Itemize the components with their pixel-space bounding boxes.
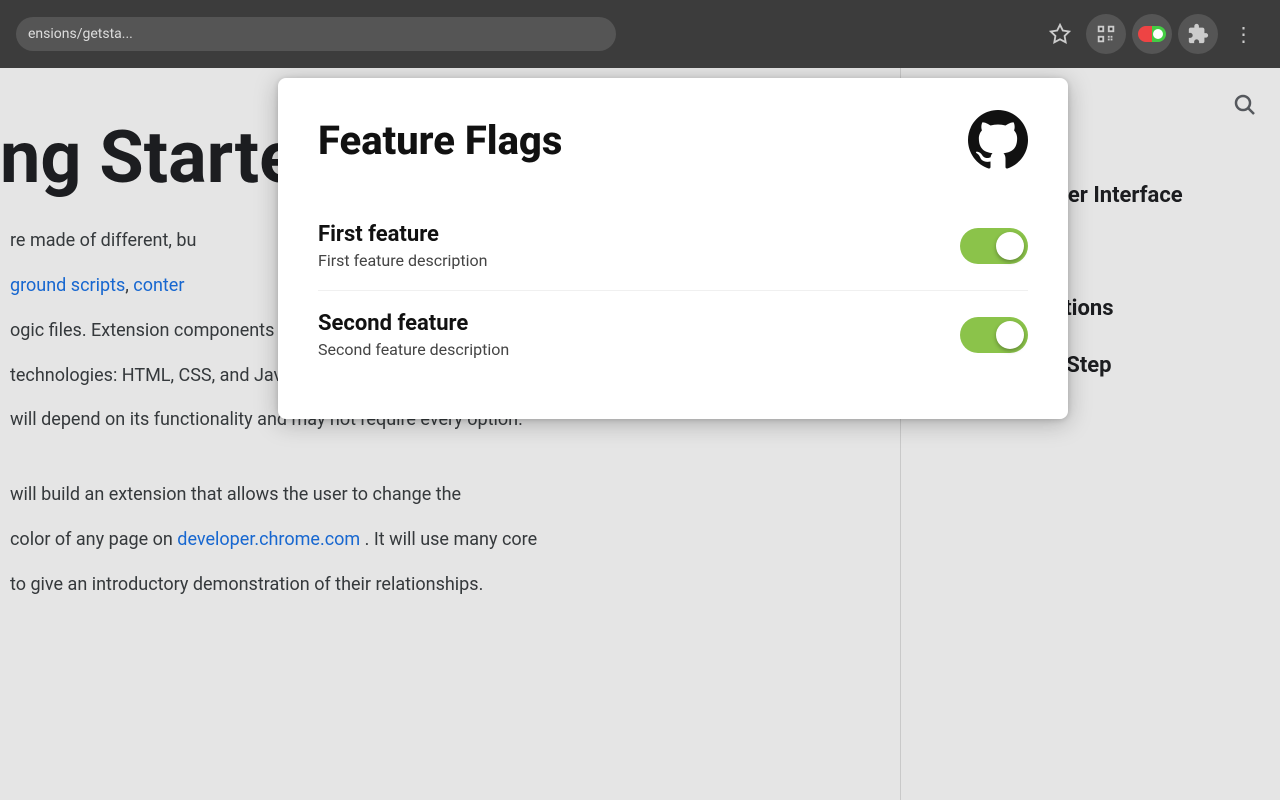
extensions-button[interactable]: [1178, 14, 1218, 54]
popup-overlay: Feature Flags First feature First featur…: [0, 68, 1280, 800]
star-button[interactable]: [1040, 14, 1080, 54]
feature-info-2: Second feature Second feature descriptio…: [318, 311, 509, 359]
feature-desc-1: First feature description: [318, 251, 487, 270]
qr-button[interactable]: [1086, 14, 1126, 54]
browser-toolbar: ensions/getsta...: [0, 0, 1280, 68]
toolbar-icons: ⋮: [1040, 14, 1264, 54]
page-content: ng Starte re made of different, bu groun…: [0, 68, 1280, 800]
menu-button[interactable]: ⋮: [1224, 14, 1264, 54]
toggle-extension-button[interactable]: [1132, 14, 1172, 54]
feature-item-1: First feature First feature description: [318, 202, 1028, 291]
feature-toggle-2[interactable]: [960, 317, 1028, 353]
feature-name-1: First feature: [318, 222, 487, 247]
address-bar[interactable]: ensions/getsta...: [16, 17, 616, 51]
popup-header: Feature Flags: [318, 110, 1028, 170]
feature-info-1: First feature First feature description: [318, 222, 487, 270]
popup-title: Feature Flags: [318, 117, 562, 164]
feature-name-2: Second feature: [318, 311, 509, 336]
url-text: ensions/getsta...: [28, 26, 133, 42]
feature-toggle-1[interactable]: [960, 228, 1028, 264]
github-icon[interactable]: [968, 110, 1028, 170]
feature-desc-2: Second feature description: [318, 340, 509, 359]
feature-item-2: Second feature Second feature descriptio…: [318, 291, 1028, 379]
feature-flags-popup: Feature Flags First feature First featur…: [278, 78, 1068, 419]
